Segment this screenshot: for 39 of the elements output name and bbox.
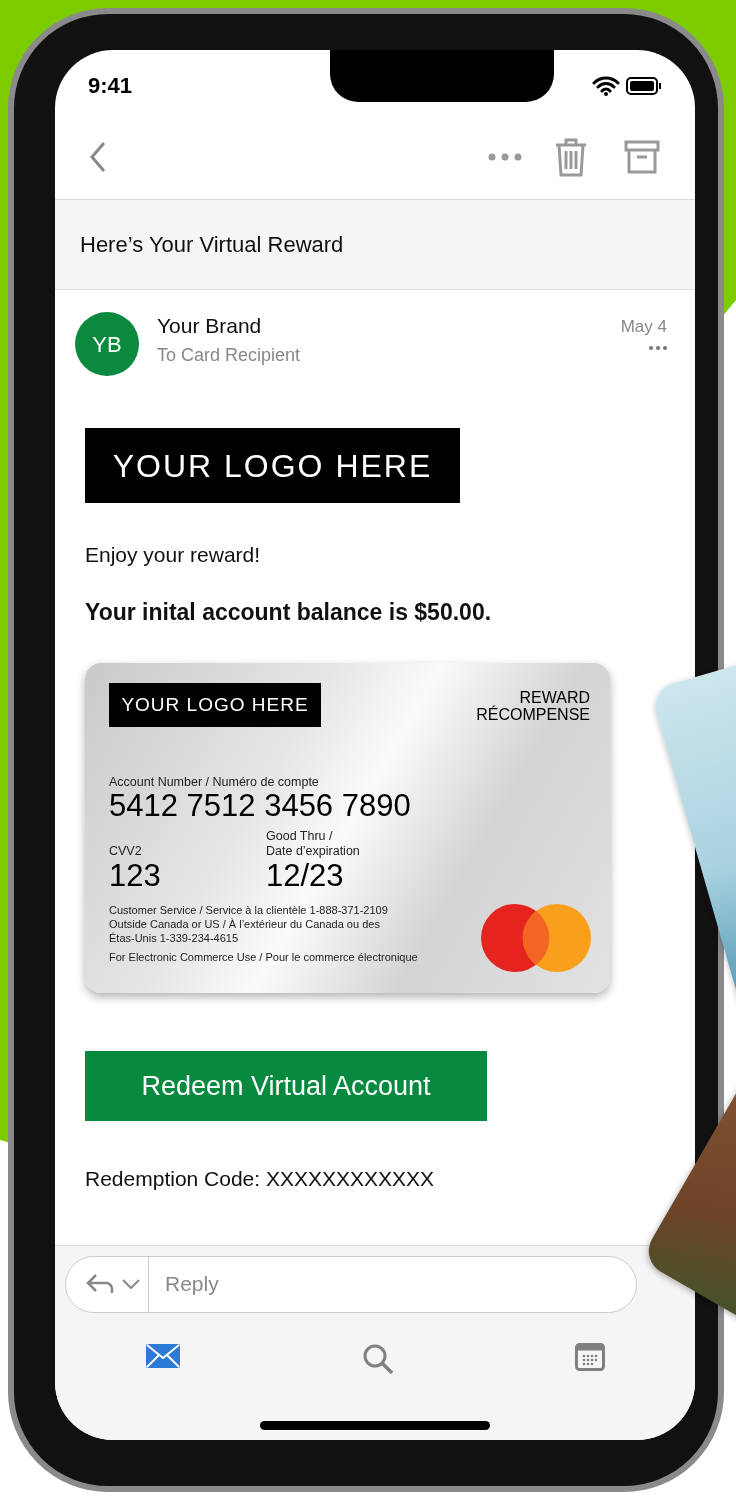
card-title: REWARD [519,689,590,706]
greeting-text: Enjoy your reward! [85,542,262,568]
more-icon[interactable] [488,153,522,161]
status-time: 9:41 [88,72,133,100]
mail-icon[interactable] [145,1342,181,1369]
service-text: Étas-Unis 1-339-234-4615 [109,931,240,945]
sender-name: Your Brand [157,313,263,339]
chevron-down-icon[interactable] [122,1279,140,1289]
email-date: May 4 [620,316,667,338]
back-icon[interactable] [90,141,106,173]
more-icon[interactable] [649,346,667,350]
expiry-value: 12/23 [266,859,345,893]
wifi-icon [592,75,620,96]
service-text: Customer Service / Service à la clientèle 1-888-371-2109 [109,903,389,917]
ecommerce-note: For Electronic Commerce Use / Pour le commerce électronique [109,950,419,964]
card-title: RÉCOMPENSE [476,706,590,723]
logo-banner: YOUR LOGO HERE [85,428,460,503]
cvv-label: CVV2 [109,844,143,859]
sender-avatar: YB [75,312,139,376]
redemption-code: Redemption Code: XXXXXXXXXXXX [85,1166,436,1192]
battery-icon [626,76,662,95]
reply-icon[interactable] [86,1273,114,1295]
calendar-icon[interactable] [575,1342,605,1371]
card-logo: YOUR LOGO HERE [109,683,321,727]
reply-bar[interactable]: Reply [65,1255,637,1313]
email-subject: Here’s Your Virtual Reward [80,231,344,259]
balance-text: Your inital account balance is $50.00. [85,597,493,627]
trash-icon[interactable] [554,137,588,177]
search-icon[interactable] [362,1342,394,1375]
account-number: 5412 7512 3456 7890 [109,789,412,823]
cvv-value: 123 [109,859,162,893]
reply-field[interactable]: Reply [165,1268,636,1300]
expiry-label: Date d’expiration [266,844,360,859]
recipient-text: To Card Recipient [157,344,302,367]
expiry-label: Good Thru / [266,829,334,844]
account-label: Account Number / Numéro de compte [109,775,320,789]
redeem-button[interactable]: Redeem Virtual Account [85,1051,487,1121]
archive-icon[interactable] [624,140,660,174]
service-text: Outside Canada or US / À l’extérieur du Canada ou des [109,917,381,931]
